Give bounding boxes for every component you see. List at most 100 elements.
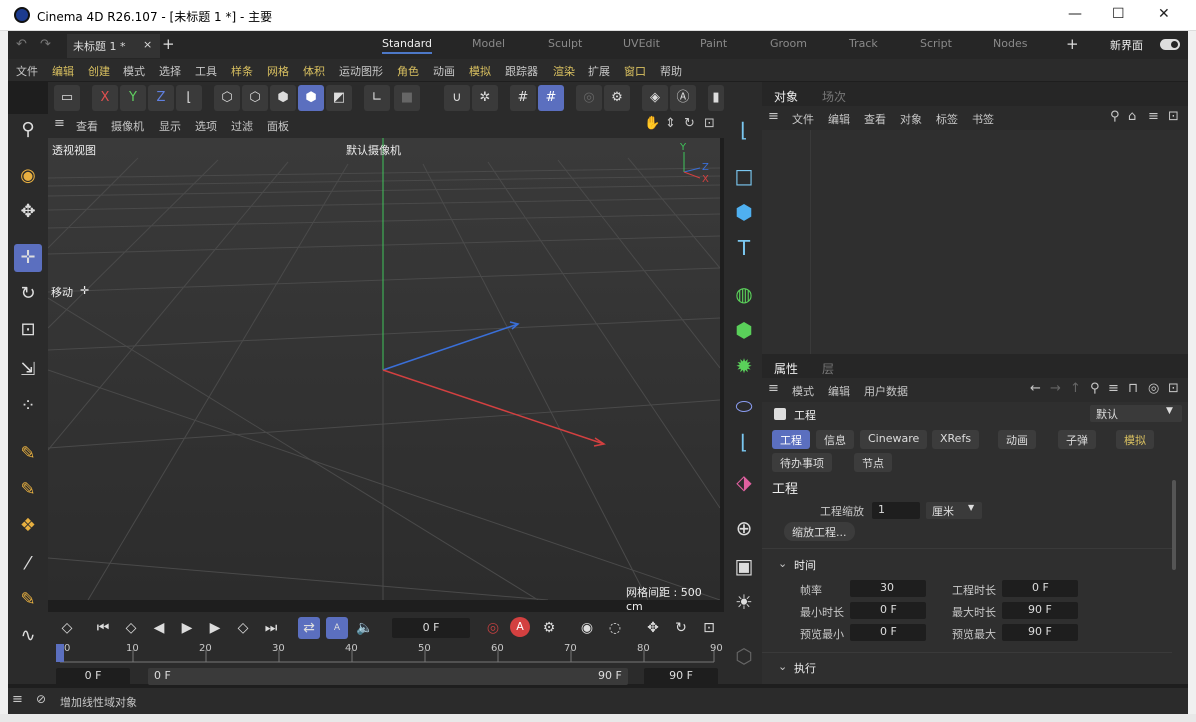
menu-mesh[interactable]: 网格 <box>267 63 289 79</box>
key-settings-icon[interactable]: ⚙ <box>538 617 560 639</box>
lock-y-button[interactable]: Y <box>120 85 146 111</box>
status-menu-icon[interactable]: ≡ <box>12 692 23 707</box>
viewport-camera[interactable]: 默认摄像机 <box>346 142 401 158</box>
attribute-lock-icon[interactable]: ⊓ <box>1128 381 1138 396</box>
selection-icon[interactable]: ◉ <box>14 162 42 190</box>
tab-objects[interactable]: 对象 <box>774 88 798 105</box>
coordinate-system-icon[interactable]: ⌊ <box>176 85 202 111</box>
project-duration-input[interactable]: 0 F <box>1002 580 1078 597</box>
menu-file[interactable]: 文件 <box>16 63 38 79</box>
snap-magnet-icon[interactable]: ∪ <box>444 85 470 111</box>
menu-mograph[interactable]: 运动图形 <box>339 63 383 79</box>
scene-icon[interactable]: ⬗ <box>730 468 758 496</box>
clapboard-icon[interactable]: ▭ <box>54 85 80 111</box>
texture-mode-icon[interactable]: ◩ <box>326 85 352 111</box>
model-mode-icon[interactable]: ⬢ <box>298 85 324 111</box>
menu-mode[interactable]: 模式 <box>123 63 145 79</box>
next-key-icon[interactable]: ◇ <box>232 617 254 639</box>
chip-info[interactable]: 信息 <box>816 430 854 449</box>
chip-bullet[interactable]: 子弹 <box>1058 430 1096 449</box>
maximize-view-icon[interactable]: ⊡ <box>704 116 715 131</box>
go-to-start-icon[interactable]: ⏮ <box>92 617 114 639</box>
menu-spline[interactable]: 样条 <box>231 63 253 79</box>
render-region-icon[interactable]: ◎ <box>576 85 602 111</box>
attribute-filter-icon[interactable]: ≡ <box>1108 381 1119 396</box>
undo-icon[interactable]: ↶ <box>16 37 27 52</box>
text-object-icon[interactable]: T <box>730 234 758 262</box>
orbit-icon[interactable]: ↻ <box>684 116 695 131</box>
spline-tool-icon[interactable]: ✎ <box>14 476 42 504</box>
viewport-menu-options[interactable]: 选项 <box>195 118 217 134</box>
layout-toggle[interactable] <box>1160 39 1180 50</box>
deformer-icon[interactable]: ⬭ <box>730 392 758 420</box>
edges-mode-icon[interactable]: ⬡ <box>242 85 268 111</box>
effector-icon[interactable]: ✹ <box>730 352 758 380</box>
range-start-field[interactable]: 0 F <box>56 668 130 685</box>
object-menu-bookmarks[interactable]: 书签 <box>972 111 994 127</box>
lock-z-button[interactable]: Z <box>148 85 174 111</box>
menu-help[interactable]: 帮助 <box>660 63 682 79</box>
viewport-menu-icon[interactable]: ≡ <box>54 116 65 131</box>
close-button[interactable]: ✕ <box>1158 6 1170 22</box>
attribute-new-window-icon[interactable]: ⊡ <box>1168 381 1179 396</box>
object-search-icon[interactable]: ⚲ <box>1110 109 1120 124</box>
snap-settings-icon[interactable]: ✲ <box>472 85 498 111</box>
render-view-icon[interactable]: ◈ <box>642 85 668 111</box>
quantize-icon[interactable]: # <box>538 85 564 111</box>
project-scale-input[interactable]: 1 <box>872 502 920 519</box>
play-icon[interactable]: ▶ <box>176 617 198 639</box>
project-scale-unit[interactable]: 厘米 ▼ <box>926 502 982 519</box>
transfer-tool-icon[interactable]: ⇲ <box>14 356 42 384</box>
chip-xrefs[interactable]: XRefs <box>932 430 980 449</box>
minimize-button[interactable]: — <box>1068 6 1082 22</box>
menu-tools[interactable]: 工具 <box>195 63 217 79</box>
max-time-input[interactable]: 90 F <box>1002 602 1078 619</box>
object-home-icon[interactable]: ⌂ <box>1128 109 1136 124</box>
layout-standard[interactable]: Standard <box>382 37 433 54</box>
menu-select[interactable]: 选择 <box>159 63 181 79</box>
document-tab-close[interactable]: × <box>143 38 152 51</box>
attribute-target-icon[interactable]: ◎ <box>1148 381 1159 396</box>
previous-key-icon[interactable]: ◇ <box>120 617 142 639</box>
brush-icon[interactable]: ⁄ <box>14 550 42 578</box>
viewport-menu-panel[interactable]: 面板 <box>267 118 289 134</box>
chevron-down-icon[interactable]: ⌄ <box>778 660 787 673</box>
position-key-icon[interactable]: ✥ <box>642 617 664 639</box>
menu-volume[interactable]: 体积 <box>303 63 325 79</box>
add-layout-button[interactable]: + <box>1066 35 1079 53</box>
tab-attributes[interactable]: 属性 <box>774 360 798 377</box>
chip-project[interactable]: 工程 <box>772 430 810 449</box>
menu-create[interactable]: 创建 <box>88 63 110 79</box>
autokey-icon[interactable]: A <box>510 617 530 637</box>
layout-groom[interactable]: Groom <box>770 37 807 50</box>
range-end-field[interactable]: 90 F <box>644 668 718 685</box>
preset-dropdown[interactable]: 默认 ▼ <box>1090 405 1182 422</box>
scale-tool-icon[interactable]: ⊡ <box>14 316 42 344</box>
attribute-search-icon[interactable]: ⚲ <box>1090 381 1100 396</box>
playback-rate-icon[interactable]: A <box>326 617 348 639</box>
cloner-icon[interactable]: ⬢ <box>730 316 758 344</box>
tab-takes[interactable]: 场次 <box>822 88 846 105</box>
rotation-key-icon[interactable]: ↻ <box>670 617 692 639</box>
spline-pen-icon[interactable]: ✎ <box>14 440 42 468</box>
menu-window[interactable]: 窗口 <box>624 63 646 79</box>
attribute-scrollbar[interactable] <box>1172 480 1176 570</box>
layout-uvedit[interactable]: UVEdit <box>623 37 660 50</box>
object-menu-object[interactable]: 对象 <box>900 111 922 127</box>
record-icon[interactable]: ◎ <box>482 617 504 639</box>
zoom-arrows-icon[interactable]: ⇕ <box>665 116 676 131</box>
field-icon[interactable]: ⌊ <box>730 428 758 456</box>
chip-todo[interactable]: 待办事项 <box>772 453 832 472</box>
layout-script[interactable]: Script <box>920 37 952 50</box>
preview-min-input[interactable]: 0 F <box>850 624 926 641</box>
menu-edit[interactable]: 编辑 <box>52 63 74 79</box>
menu-character[interactable]: 角色 <box>397 63 419 79</box>
menu-tracker[interactable]: 跟踪器 <box>505 63 538 79</box>
pen-icon[interactable]: ✎ <box>14 586 42 614</box>
cube-icon[interactable]: ⬢ <box>730 198 758 226</box>
up-arrow-icon[interactable]: ↑ <box>1070 381 1081 396</box>
object-menu-icon[interactable]: ≡ <box>768 109 779 124</box>
scale-key-icon[interactable]: ⊡ <box>698 617 720 639</box>
search-icon[interactable]: ⚲ <box>14 116 42 144</box>
move-tool-icon[interactable]: ✛ <box>14 244 42 272</box>
